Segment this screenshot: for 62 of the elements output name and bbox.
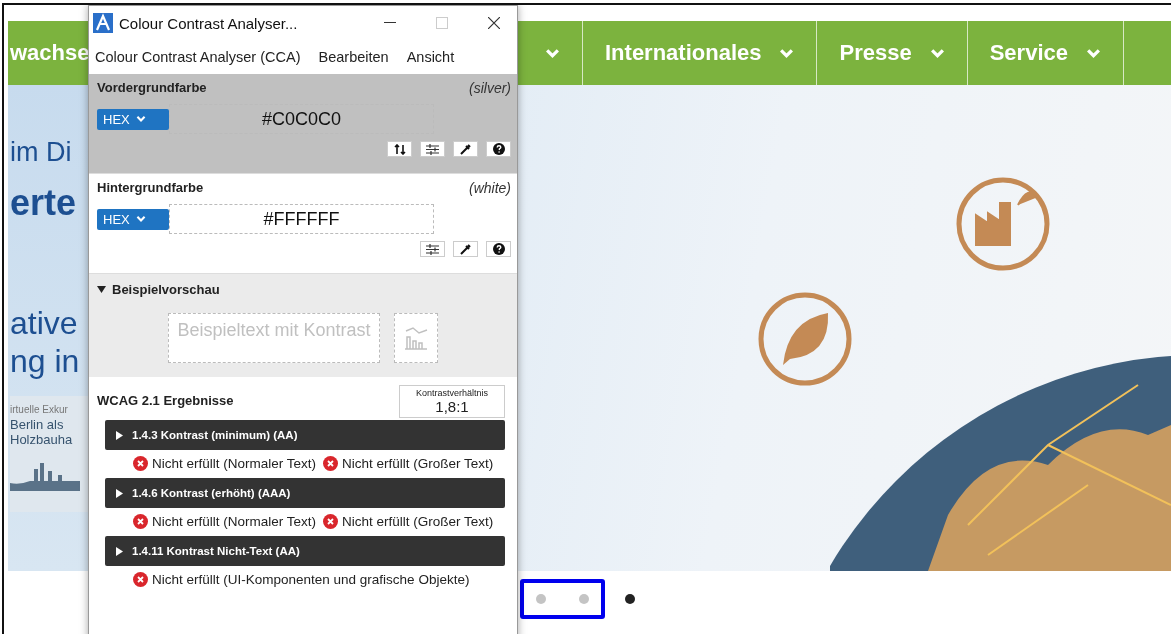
app-logo-icon <box>93 13 113 33</box>
help-button[interactable] <box>486 241 511 257</box>
result-text: Nicht erfüllt (Normaler Text) <box>133 514 323 530</box>
eyedropper-button[interactable] <box>453 241 478 257</box>
carousel-dot[interactable] <box>579 594 589 604</box>
results-title: WCAG 2.1 Ergebnisse <box>97 393 234 410</box>
criterion-header[interactable]: 1.4.3 Kontrast (minimum) (AA) <box>105 420 505 450</box>
help-icon <box>492 143 505 155</box>
criterion-header[interactable]: 1.4.6 Kontrast (erhöht) (AAA) <box>105 478 505 508</box>
result-text: Nicht erfüllt (Normaler Text) <box>133 456 323 472</box>
factory-icon <box>956 177 1050 271</box>
tour-text: Berlin als <box>10 417 65 432</box>
sliders-icon <box>426 243 439 255</box>
window-title: Colour Contrast Analyser... <box>119 14 299 32</box>
criterion-header[interactable]: 1.4.11 Kontrast Nicht-Text (AA) <box>105 536 505 566</box>
chevron-down-icon <box>135 214 146 224</box>
minimize-icon <box>384 22 396 24</box>
section-label: Hintergrundfarbe <box>97 180 204 196</box>
chart-icon <box>402 325 429 351</box>
eyedropper-icon <box>460 243 471 255</box>
tour-card[interactable]: irtuelle Exkur Berlin als Holzbauha <box>10 396 88 512</box>
maximize-icon <box>436 17 448 29</box>
result-text: Nicht erfüllt (Großer Text) <box>323 456 513 472</box>
carousel-dot[interactable] <box>625 594 635 604</box>
leaf-icon <box>758 292 852 386</box>
help-button[interactable] <box>486 141 511 157</box>
headline-text: im Di <box>10 137 72 168</box>
ratio-label: Kontrastverhältnis <box>415 388 488 398</box>
tour-text: Holzbauha <box>10 432 74 447</box>
color-input[interactable]: #C0C0C0 <box>169 104 434 134</box>
swap-icon <box>393 143 406 155</box>
carousel-dot[interactable] <box>536 594 546 604</box>
menu-item[interactable]: Bearbeiten <box>318 49 389 65</box>
sample-text: Beispieltext mit Kontrast <box>168 313 380 363</box>
result-text: Nicht erfüllt (Großer Text) <box>323 514 513 530</box>
result-text: Nicht erfüllt (UI-Komponenten und grafische Objekte) <box>133 572 505 588</box>
tour-text: irtuelle Exkur <box>10 403 69 417</box>
menu-item[interactable]: Ansicht <box>406 49 455 65</box>
color-name: (white) <box>469 180 511 196</box>
swap-button[interactable] <box>387 141 412 157</box>
color-name: (silver) <box>469 80 511 96</box>
eyedropper-button[interactable] <box>453 141 478 157</box>
triangle-right-icon <box>115 488 124 498</box>
teaser-text: ng in <box>10 342 80 380</box>
teaser-text: ative <box>10 304 78 342</box>
close-icon <box>488 17 500 29</box>
chevron-down-icon <box>135 114 146 124</box>
eyedropper-icon <box>460 143 471 155</box>
ratio-value: 1,8:1 <box>435 398 469 415</box>
sliders-icon <box>426 143 439 155</box>
sliders-button[interactable] <box>420 141 445 157</box>
preview-toggle[interactable]: Beispielvorschau <box>97 282 509 297</box>
sliders-button[interactable] <box>420 241 445 257</box>
triangle-right-icon <box>115 430 124 440</box>
menu-item[interactable]: Colour Contrast Analyser (CCA) <box>95 49 301 65</box>
section-label: Vordergrundfarbe <box>97 80 207 96</box>
format-dropdown[interactable]: HEX <box>97 208 169 230</box>
triangle-right-icon <box>115 546 124 556</box>
headline-text: erte <box>10 182 77 224</box>
help-icon <box>492 243 505 255</box>
format-dropdown[interactable]: HEX <box>97 108 169 130</box>
color-input[interactable]: #FFFFFF <box>169 204 434 234</box>
